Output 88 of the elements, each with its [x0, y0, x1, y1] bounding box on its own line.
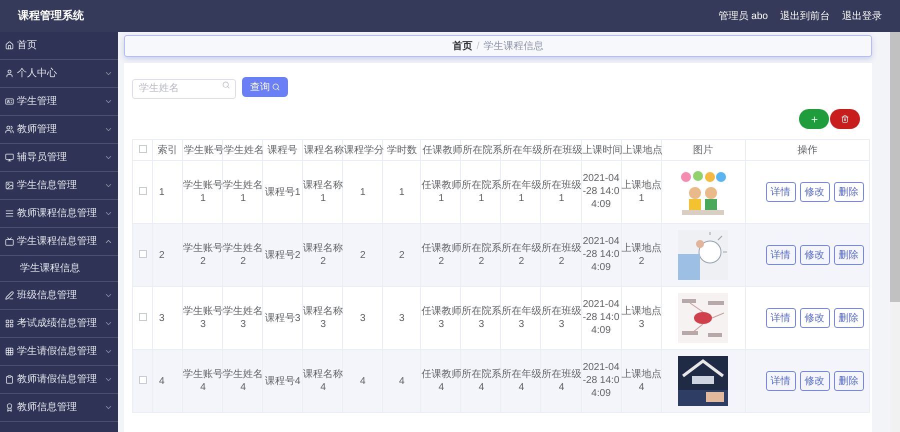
app-title: 课程管理系统 — [18, 8, 84, 24]
table-cell: 所在班级 1 — [541, 178, 582, 204]
table-cell: 4 — [159, 374, 165, 388]
table-cell: 所在班级 3 — [541, 304, 582, 330]
table-cell: 所在年级 2 — [501, 242, 542, 268]
sidebar-item[interactable]: 首页 — [0, 32, 118, 60]
table-cell: 学生姓名 1 — [223, 178, 264, 204]
table-cell: 3 — [399, 312, 405, 324]
table-cell: 所在班级 2 — [541, 242, 582, 268]
table-cell: 任课教师 2 — [421, 242, 462, 268]
search-button[interactable]: 查询 — [242, 77, 288, 97]
sidebar-item[interactable]: 教师管理 — [0, 116, 118, 144]
table-cell: 2 — [159, 248, 165, 262]
table-cell: 上课地点 3 — [622, 304, 662, 330]
row-action-button[interactable]: 删除 — [834, 308, 864, 328]
table-cell: 任课教师 4 — [421, 368, 462, 394]
sidebar-item[interactable]: 教师课程信息管理 — [0, 200, 118, 228]
table-cell: 1 — [360, 186, 366, 198]
column-header: 操作 — [745, 140, 870, 160]
table-cell: 4 — [399, 374, 405, 388]
table-cell: 任课教师 1 — [421, 178, 462, 204]
table-cell: 上课地点 4 — [622, 368, 662, 394]
sidebar-subitem[interactable]: 学生课程信息 — [0, 256, 118, 282]
row-action-button[interactable]: 详情 — [766, 371, 796, 391]
table-cell: 2021-04 -28 14:0 4:09 — [582, 172, 620, 211]
table-cell: 所在班级 4 — [541, 368, 582, 394]
row-action-button[interactable]: 修改 — [800, 308, 830, 328]
row-action-button[interactable]: 删除 — [834, 371, 864, 391]
table-cell: 所在院系 4 — [461, 368, 502, 394]
search-field[interactable]: 学生姓名 — [132, 78, 236, 98]
table-cell: 学生姓名 2 — [223, 242, 264, 268]
table-cell: 课程号4 — [264, 374, 300, 388]
table-cell: 所在年级 4 — [501, 368, 542, 394]
row-action-button[interactable]: 修改 — [800, 245, 830, 265]
table-cell: 2021-04 -28 14:0 4:09 — [582, 361, 620, 400]
sidebar-item[interactable]: 学生请假信息管理 — [0, 338, 118, 366]
sidebar-item[interactable]: 教师请假信息管理 — [0, 366, 118, 394]
table-cell: 3 — [360, 312, 366, 324]
table-cell: 课程名称 3 — [303, 304, 344, 330]
table-cell: 2021-04 -28 14:0 4:09 — [582, 235, 620, 274]
table-cell: 上课地点 1 — [622, 178, 662, 204]
table-cell: 3 — [159, 312, 165, 324]
row-action-button[interactable]: 修改 — [800, 182, 830, 202]
breadcrumb-item[interactable]: 首页 — [452, 38, 473, 54]
sidebar-item[interactable]: 个人中心 — [0, 60, 118, 88]
table-cell: 课程号3 — [264, 312, 300, 324]
table-cell: 上课地点 2 — [622, 242, 662, 268]
row-action-button[interactable]: 详情 — [766, 245, 796, 265]
row-action-button[interactable]: 详情 — [766, 308, 796, 328]
table-cell: 课程名称 4 — [303, 368, 344, 394]
table-cell: 1 — [159, 186, 165, 198]
table-cell: 学生账号 1 — [183, 178, 224, 204]
table-cell: 课程名称 2 — [303, 242, 344, 268]
sidebar-item[interactable]: 学生课程信息管理 — [0, 228, 118, 256]
table-cell: 课程号2 — [264, 248, 300, 262]
row-action-button[interactable]: 详情 — [766, 182, 796, 202]
row-action-button[interactable]: 删除 — [834, 245, 864, 265]
sidebar-item[interactable]: 学生信息管理 — [0, 172, 118, 200]
table-cell: 2 — [360, 248, 366, 262]
sidebar-item[interactable]: 辅导员管理 — [0, 144, 118, 172]
table-cell: 学生姓名 3 — [223, 304, 264, 330]
table-cell: 2 — [399, 248, 405, 262]
header-link[interactable]: 退出到前台 — [780, 8, 830, 24]
sidebar-item[interactable]: 学生管理 — [0, 88, 118, 116]
table-cell: 课程名称 1 — [303, 178, 344, 204]
table-cell: 所在院系 2 — [461, 242, 502, 268]
table-cell: 4 — [360, 374, 366, 388]
table-cell: 学生账号 2 — [183, 242, 224, 268]
table-cell: 所在院系 1 — [461, 178, 502, 204]
table-cell: 学生账号 3 — [183, 304, 224, 330]
breadcrumb-separator: / — [476, 40, 480, 54]
table-cell: 所在年级 3 — [501, 304, 542, 330]
row-action-button[interactable]: 修改 — [800, 371, 830, 391]
breadcrumb-item: 学生课程信息 — [483, 40, 544, 54]
table-cell: 所在院系 3 — [461, 304, 502, 330]
table-cell: 所在年级 1 — [501, 178, 542, 204]
user-label: 管理员 abo — [718, 10, 768, 24]
row-action-button[interactable]: 删除 — [834, 182, 864, 202]
table-cell: 学生姓名 4 — [223, 368, 264, 394]
table-cell: 学生账号 4 — [183, 368, 224, 394]
sidebar-item[interactable]: 考试成绩信息管理 — [0, 310, 118, 338]
sidebar-item[interactable]: 教师信息管理 — [0, 394, 118, 422]
sidebar-item[interactable]: 班级信息管理 — [0, 282, 118, 310]
table-cell: 任课教师 3 — [421, 304, 462, 330]
header-link[interactable]: 退出登录 — [842, 8, 882, 24]
table-cell: 2021-04 -28 14:0 4:09 — [582, 298, 620, 337]
table-cell: 1 — [399, 186, 405, 198]
table-cell: 课程号1 — [264, 186, 300, 198]
